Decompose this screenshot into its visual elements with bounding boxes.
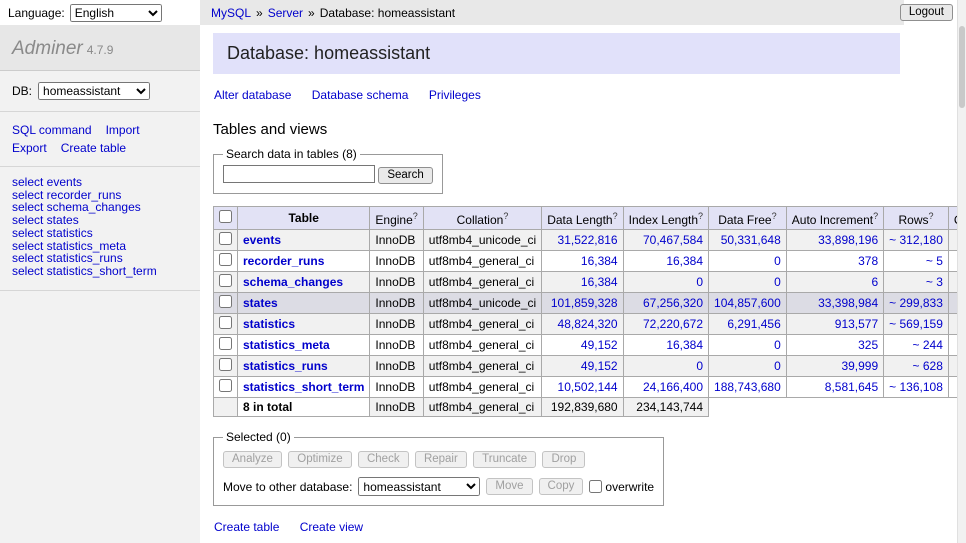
breadcrumb: MySQL » Server » Database: homeassistant <box>200 0 904 25</box>
table-row: events InnoDB utf8mb4_unicode_ci 31,522,… <box>214 230 958 251</box>
app-version: 4.7.9 <box>87 43 114 57</box>
db-selector-section: DB: homeassistant <box>0 71 200 112</box>
search-input[interactable] <box>223 165 375 183</box>
optimize-button[interactable]: Optimize <box>288 451 351 468</box>
copy-button[interactable]: Copy <box>539 478 584 495</box>
sidebar-table-link-statistics-short-term[interactable]: select statistics_short_term <box>12 265 188 278</box>
breadcrumb-separator: » <box>308 6 315 20</box>
privileges-link[interactable]: Privileges <box>429 88 481 102</box>
sidebar-actions: SQL command Import Export Create table <box>0 112 200 167</box>
row-checkbox[interactable] <box>219 358 232 371</box>
breadcrumb-link-server[interactable]: Server <box>268 6 303 20</box>
db-select[interactable]: homeassistant <box>38 82 150 100</box>
row-checkbox[interactable] <box>219 253 232 266</box>
row-checkbox[interactable] <box>219 274 232 287</box>
column-header-engine: Engine? <box>370 207 423 230</box>
move-database-select[interactable]: homeassistant <box>358 477 480 496</box>
table-link[interactable]: statistics <box>243 317 295 331</box>
table-link[interactable]: events <box>243 233 281 247</box>
logout-button[interactable]: Logout <box>900 4 953 21</box>
scrollbar-thumb[interactable] <box>959 26 965 108</box>
breadcrumb-separator: » <box>256 6 263 20</box>
table-total-row: 8 in total InnoDB utf8mb4_general_ci 192… <box>214 398 958 417</box>
overwrite-checkbox[interactable] <box>589 480 602 493</box>
selected-actions: Analyze Optimize Check Repair Truncate D… <box>223 451 654 468</box>
sidebar-table-link-statistics[interactable]: select statistics <box>12 227 188 240</box>
search-button[interactable]: Search <box>378 167 432 184</box>
create-links: Create table Create view <box>214 520 957 534</box>
table-link[interactable]: recorder_runs <box>243 254 324 268</box>
tables-list: Table Engine? Collation? Data Length? In… <box>213 206 957 417</box>
table-row: states InnoDB utf8mb4_unicode_ci 101,859… <box>214 293 958 314</box>
database-actions: Alter database Database schema Privilege… <box>214 88 957 102</box>
page-title: Database: homeassistant <box>213 33 900 74</box>
search-legend: Search data in tables (8) <box>223 147 360 161</box>
row-checkbox[interactable] <box>219 379 232 392</box>
table-row: statistics_meta InnoDB utf8mb4_general_c… <box>214 335 958 356</box>
column-header-data-length: Data Length? <box>542 207 623 230</box>
sidebar-link-export[interactable]: Export <box>12 141 47 155</box>
table-header-row: Table Engine? Collation? Data Length? In… <box>214 207 958 230</box>
column-header-comment: Comment? <box>948 207 957 230</box>
app-header: Adminer 4.7.9 <box>0 25 200 71</box>
repair-button[interactable]: Repair <box>415 451 467 468</box>
create-table-link[interactable]: Create table <box>214 520 279 534</box>
vertical-scrollbar[interactable] <box>957 0 966 543</box>
sidebar-table-link-states[interactable]: select states <box>12 214 188 227</box>
table-link[interactable]: statistics_meta <box>243 338 330 352</box>
table-row: statistics_short_term InnoDB utf8mb4_gen… <box>214 377 958 398</box>
table-link[interactable]: statistics_short_term <box>243 380 364 394</box>
sidebar-table-list: select events select recorder_runs selec… <box>0 167 200 291</box>
table-row: recorder_runs InnoDB utf8mb4_general_ci … <box>214 251 958 272</box>
row-checkbox[interactable] <box>219 337 232 350</box>
overwrite-label: overwrite <box>605 480 654 494</box>
alter-database-link[interactable]: Alter database <box>214 88 291 102</box>
table-link[interactable]: schema_changes <box>243 275 343 289</box>
create-view-link[interactable]: Create view <box>300 520 363 534</box>
table-link[interactable]: states <box>243 296 278 310</box>
truncate-button[interactable]: Truncate <box>473 451 536 468</box>
sidebar-link-import[interactable]: Import <box>106 123 140 137</box>
table-link[interactable]: statistics_runs <box>243 359 328 373</box>
sidebar-table-link-events[interactable]: select events <box>12 176 188 189</box>
move-database-row: Move to other database: homeassistant Mo… <box>223 477 654 496</box>
overwrite-option: overwrite <box>589 480 654 494</box>
adminer-logo: Adminer <box>12 38 83 59</box>
table-row: schema_changes InnoDB utf8mb4_general_ci… <box>214 272 958 293</box>
selected-legend: Selected (0) <box>223 430 294 444</box>
move-label: Move to other database: <box>223 480 352 494</box>
row-checkbox[interactable] <box>219 316 232 329</box>
db-label: DB: <box>12 84 32 98</box>
move-button[interactable]: Move <box>486 478 532 495</box>
column-header-rows: Rows? <box>884 207 949 230</box>
sidebar-link-create-table[interactable]: Create table <box>61 141 126 155</box>
language-select[interactable]: English <box>70 4 162 22</box>
sidebar-link-sql-command[interactable]: SQL command <box>12 123 92 137</box>
total-label: 8 in total <box>238 398 370 417</box>
sidebar: Adminer 4.7.9 DB: homeassistant SQL comma… <box>0 25 200 543</box>
select-all-checkbox[interactable] <box>219 210 232 223</box>
table-row: statistics_runs InnoDB utf8mb4_general_c… <box>214 356 958 377</box>
column-header-index-length: Index Length? <box>623 207 708 230</box>
row-checkbox[interactable] <box>219 295 232 308</box>
row-checkbox[interactable] <box>219 232 232 245</box>
column-header-auto-increment: Auto Increment? <box>786 207 883 230</box>
selected-fieldset: Selected (0) Analyze Optimize Check Repa… <box>213 430 664 506</box>
language-bar: Language: English <box>0 0 200 25</box>
column-header-data-free: Data Free? <box>709 207 787 230</box>
drop-button[interactable]: Drop <box>542 451 585 468</box>
language-label: Language: <box>8 6 65 20</box>
check-button[interactable]: Check <box>358 451 409 468</box>
breadcrumb-current: Database: homeassistant <box>320 6 455 20</box>
database-schema-link[interactable]: Database schema <box>312 88 409 102</box>
column-header-collation: Collation? <box>423 207 541 230</box>
tables-section-title: Tables and views <box>213 121 957 138</box>
breadcrumb-link-mysql[interactable]: MySQL <box>211 6 251 20</box>
main-content: Database: homeassistant Alter database D… <box>200 25 957 543</box>
search-fieldset: Search data in tables (8) Search <box>213 147 443 194</box>
table-row: statistics InnoDB utf8mb4_general_ci 48,… <box>214 314 958 335</box>
column-header-table: Table <box>238 207 370 230</box>
analyze-button[interactable]: Analyze <box>223 451 282 468</box>
